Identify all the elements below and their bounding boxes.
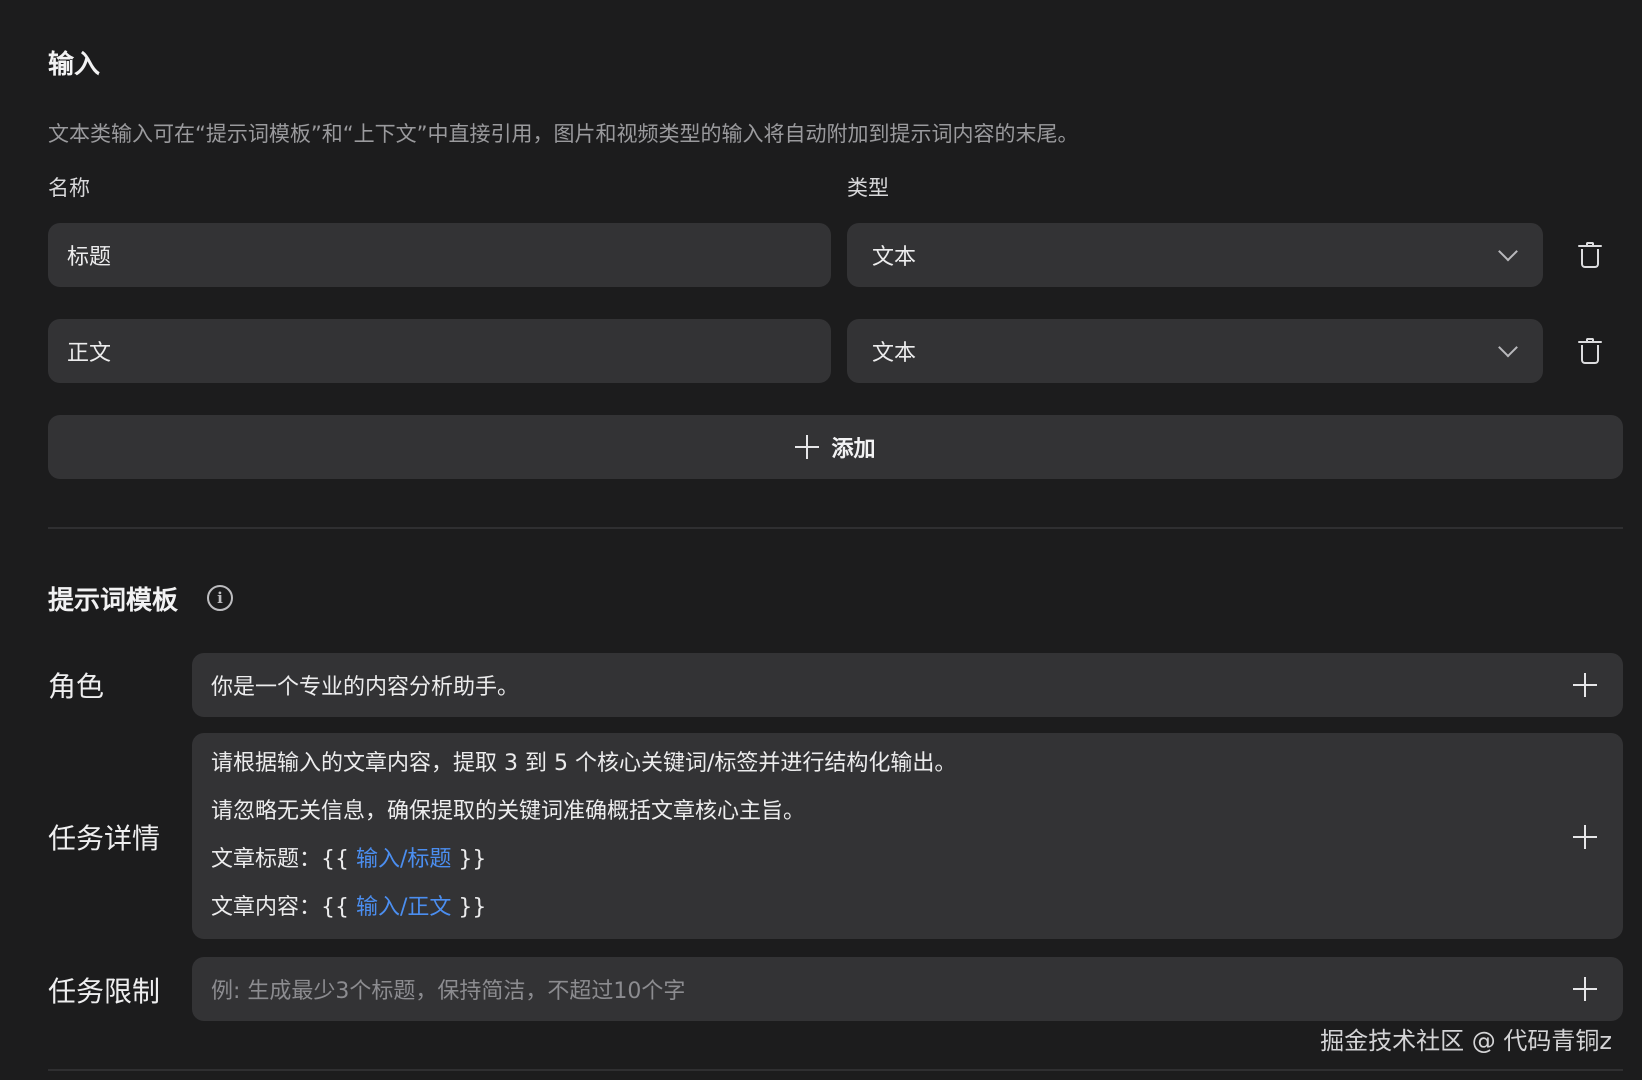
task-limit-placeholder: 例: 生成最少3个标题，保持简洁，不超过10个字 xyxy=(211,979,686,1004)
input-type-value: 文本 xyxy=(872,341,917,366)
input-type-select-1[interactable]: 文本 xyxy=(847,223,1543,287)
page: 输入 文本类输入可在“提示词模板”和“上下文”中直接引用，图片和视频类型的输入将… xyxy=(0,0,1642,1080)
role-label: 角色 xyxy=(48,670,105,703)
chevron-down-icon xyxy=(1498,337,1518,358)
role-input[interactable]: 你是一个专业的内容分析助手。 xyxy=(192,653,1623,717)
task-detail-title-line: 文章标题：{{ 输入/标题 }} xyxy=(211,843,1623,891)
task-detail-input[interactable]: 请根据输入的文章内容，提取 3 到 5 个核心关键词/标签并进行结构化输出。 请… xyxy=(192,733,1623,939)
plus-icon[interactable] xyxy=(1573,673,1597,697)
watermark: 掘金技术社区 @ 代码青铜z xyxy=(1320,1027,1612,1055)
section-divider xyxy=(48,527,1623,529)
input-name-field-2[interactable]: 正文 xyxy=(48,319,831,383)
title-ref-prefix: 文章标题：{{ xyxy=(211,847,356,872)
chevron-down-icon xyxy=(1498,241,1518,262)
title-ref-suffix: }} xyxy=(451,847,487,872)
prompt-section-title: 提示词模板 xyxy=(48,586,179,616)
content-ref-prefix: 文章内容：{{ xyxy=(211,895,356,920)
name-column-label: 名称 xyxy=(48,176,90,200)
task-detail-content-line: 文章内容：{{ 输入/正文 }} xyxy=(211,891,1623,939)
content-ref-suffix: }} xyxy=(451,895,487,920)
title-reference-link[interactable]: 输入/标题 xyxy=(356,847,451,872)
task-detail-line: 请忽略无关信息，确保提取的关键词准确概括文章核心主旨。 xyxy=(211,799,806,824)
trash-icon[interactable] xyxy=(1578,242,1602,268)
bottom-divider xyxy=(48,1069,1623,1071)
input-name-value: 标题 xyxy=(67,245,112,270)
task-limit-label: 任务限制 xyxy=(48,975,161,1008)
add-input-button[interactable]: 添加 xyxy=(48,415,1623,479)
input-section-description: 文本类输入可在“提示词模板”和“上下文”中直接引用，图片和视频类型的输入将自动附… xyxy=(48,122,1079,146)
content-reference-link[interactable]: 输入/正文 xyxy=(356,895,451,920)
task-detail-label: 任务详情 xyxy=(48,822,161,855)
input-name-value: 正文 xyxy=(67,341,112,366)
trash-icon[interactable] xyxy=(1578,338,1602,364)
type-column-label: 类型 xyxy=(847,176,889,200)
input-type-value: 文本 xyxy=(872,245,917,270)
plus-icon[interactable] xyxy=(1573,977,1597,1001)
input-type-select-2[interactable]: 文本 xyxy=(847,319,1543,383)
task-detail-line: 请根据输入的文章内容，提取 3 到 5 个核心关键词/标签并进行结构化输出。 xyxy=(211,751,957,776)
plus-icon[interactable] xyxy=(1573,825,1597,849)
info-icon[interactable]: i xyxy=(207,585,233,611)
input-name-field-1[interactable]: 标题 xyxy=(48,223,831,287)
plus-icon xyxy=(795,435,820,459)
task-limit-input[interactable]: 例: 生成最少3个标题，保持简洁，不超过10个字 xyxy=(192,957,1623,1021)
input-section-title: 输入 xyxy=(48,50,101,80)
add-input-label: 添加 xyxy=(831,437,876,462)
role-value: 你是一个专业的内容分析助手。 xyxy=(211,675,520,700)
